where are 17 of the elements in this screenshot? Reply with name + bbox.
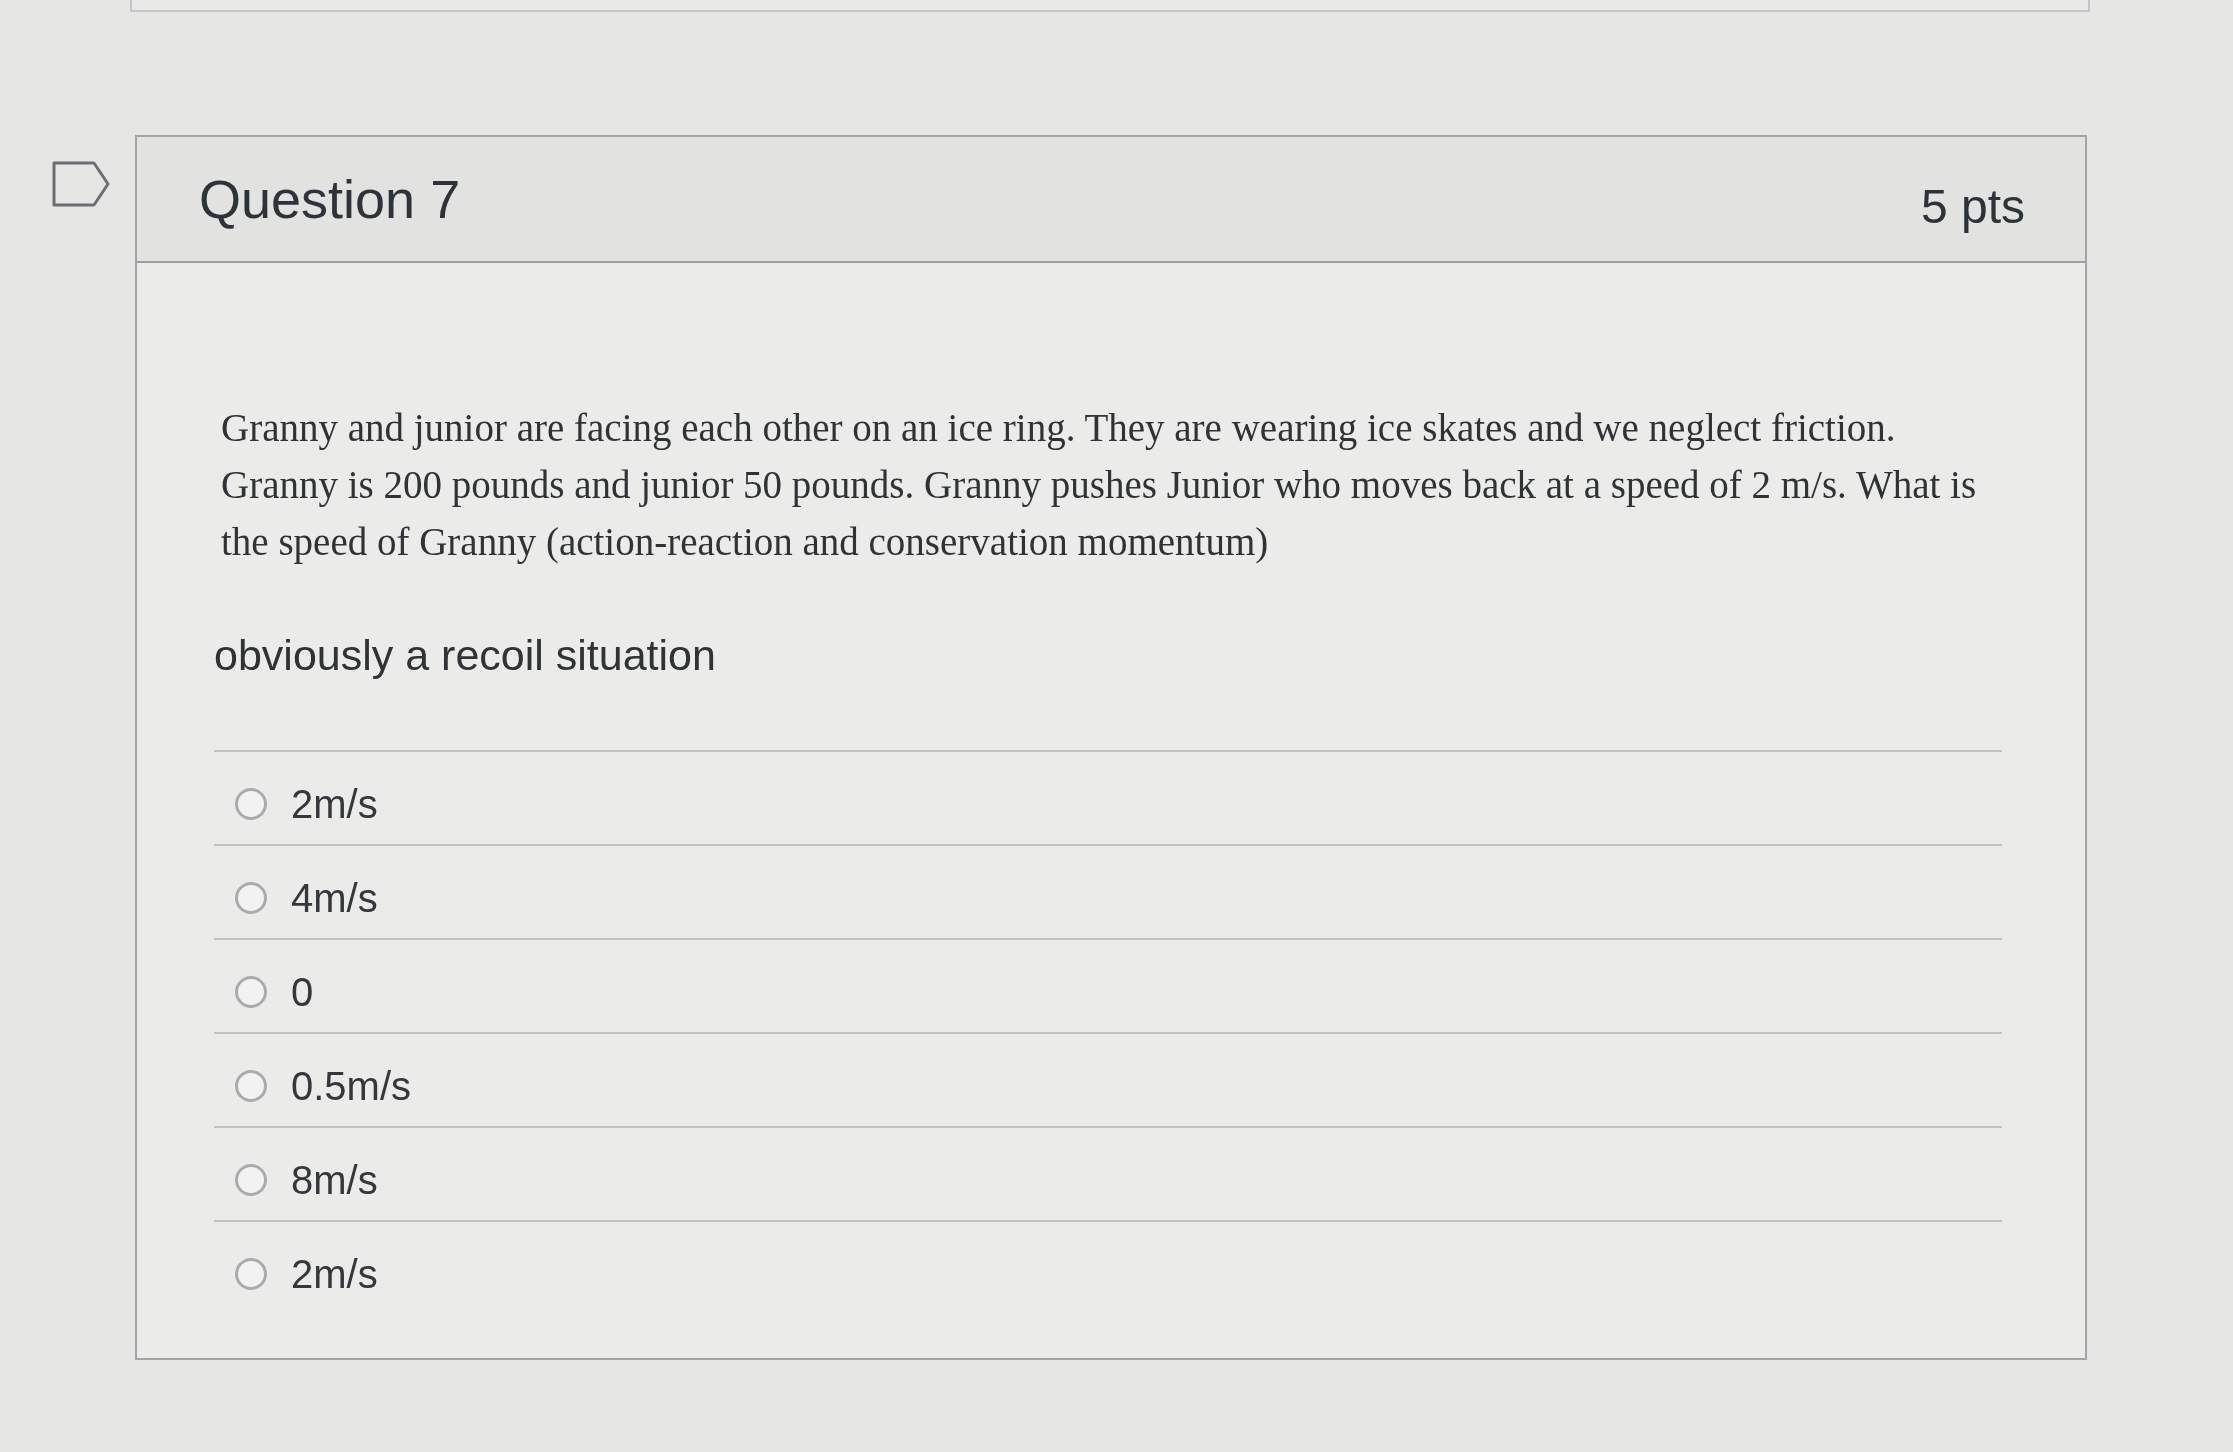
answer-text: 8m/s xyxy=(291,1157,378,1203)
points-label: 5 pts xyxy=(1920,178,2025,234)
radio-button[interactable] xyxy=(235,976,267,1008)
radio-button[interactable] xyxy=(235,1070,267,1102)
note-text: obviously a recoil situation xyxy=(214,630,716,680)
radio-button[interactable] xyxy=(235,1164,267,1196)
answer-text: 2m/s xyxy=(291,781,378,827)
answer-text: 0 xyxy=(291,969,314,1015)
radio-button[interactable] xyxy=(235,1258,267,1290)
radio-button[interactable] xyxy=(235,882,267,914)
tag-icon[interactable] xyxy=(52,161,110,207)
answer-text: 4m/s xyxy=(291,875,378,921)
radio-button[interactable] xyxy=(235,788,267,820)
question-text: Granny and junior are facing each other on an ice ring. They are wearing ice skates and we neglect friction. Granny is 200 pounds and junior 50 pounds. Granny pushes Junior who moves back at a speed of 2 m/s. What is the speed of Granny (action-reaction and conservation momentum) xyxy=(221,405,1978,566)
answer-text: 2m/s xyxy=(291,1251,378,1297)
question-title: Question 7 xyxy=(199,168,461,230)
answer-text: 0.5m/s xyxy=(291,1063,412,1109)
